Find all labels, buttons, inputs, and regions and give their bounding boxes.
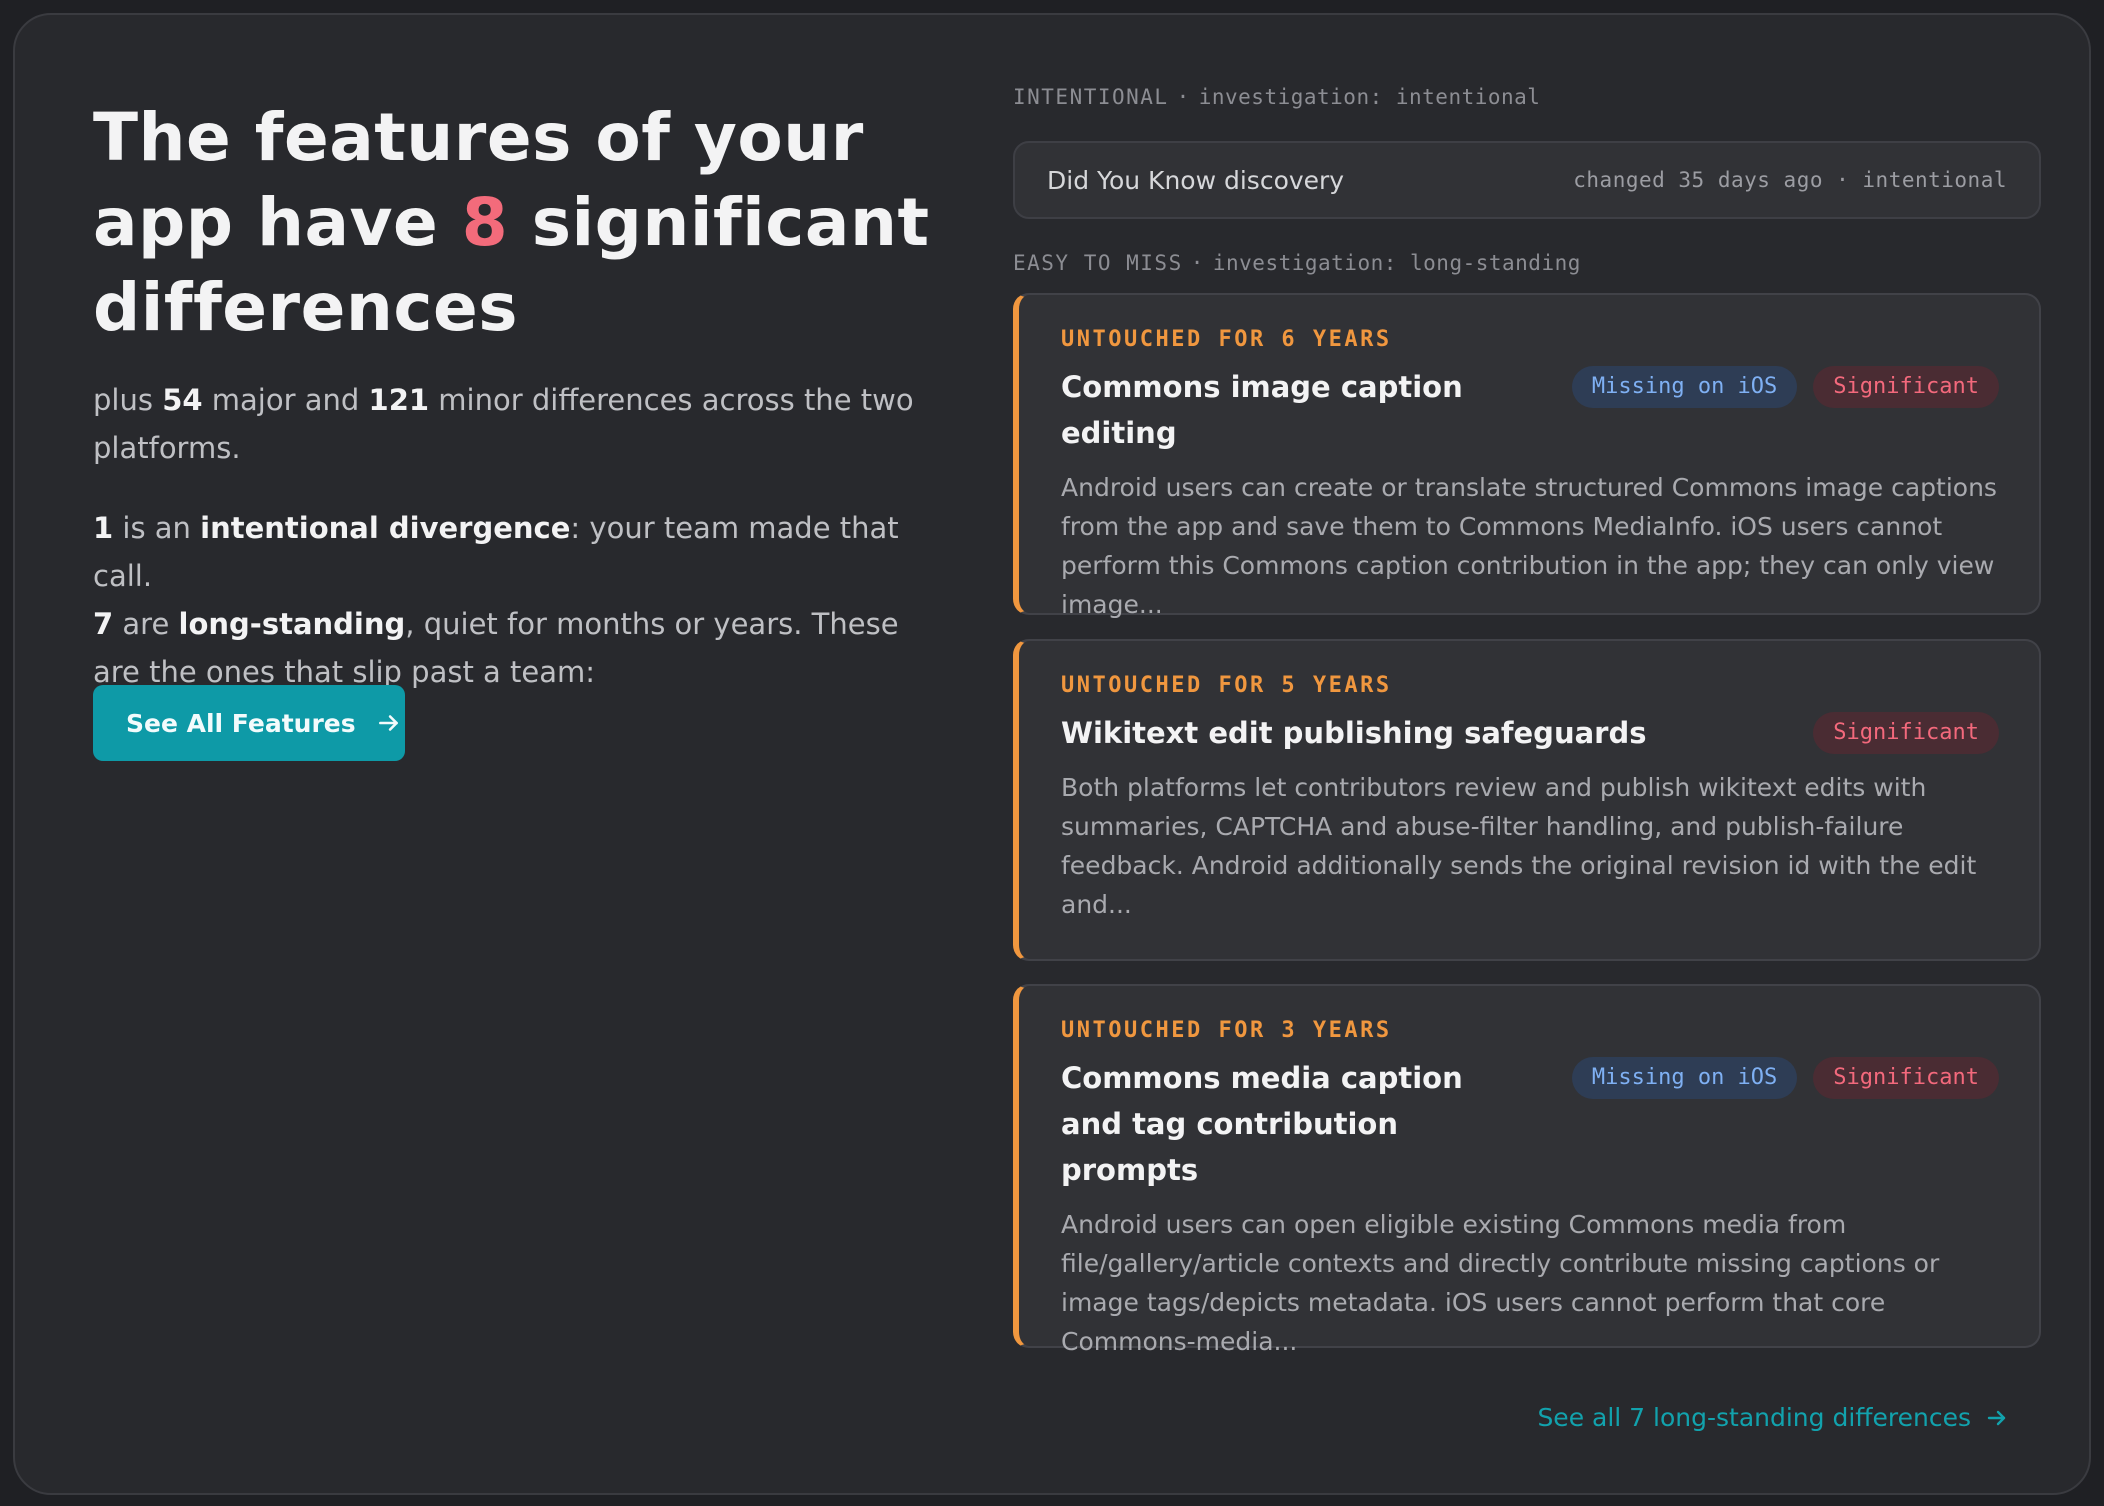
card-description: Both platforms let contributors review a…: [1061, 773, 1977, 919]
separator-dot: ·: [1176, 85, 1191, 109]
long-standing-phrase: long-standing: [178, 607, 406, 641]
long-standing-count: 7: [93, 607, 114, 641]
platform-badge: Missing on iOS: [1571, 1057, 1798, 1099]
intentional-count: 1: [93, 511, 114, 545]
significant-count: 8: [461, 184, 509, 261]
card-title: Wikitext edit publishing safeguards: [1061, 716, 1647, 750]
separator-dot: ·: [1190, 251, 1205, 275]
arrow-right-icon: [1987, 1410, 2006, 1425]
intentional-phrase: intentional divergence: [200, 511, 571, 545]
card-kicker: UNTOUCHED FOR 6 YEARS: [1061, 327, 1392, 352]
breakdown-text: is an: [113, 511, 201, 545]
difference-card[interactable]: UNTOUCHED FOR 3 YEARS Commons media capt…: [1013, 984, 2041, 1356]
severity-badge: Significant: [1813, 712, 1999, 754]
intentional-item[interactable]: Did You Know discovery changed 35 days a…: [1013, 141, 2041, 219]
card-badges: Missing on iOS Significant: [1571, 1055, 1999, 1099]
section-sublabel: investigation: intentional: [1198, 85, 1541, 109]
difference-card[interactable]: UNTOUCHED FOR 5 YEARS Wikitext edit publ…: [1013, 639, 2041, 961]
section-sublabel: investigation: long-standing: [1212, 251, 1581, 275]
card-header: Commons image caption editing Missing on…: [1061, 364, 1999, 456]
card-header: Wikitext edit publishing safeguards Sign…: [1061, 710, 1999, 756]
intentional-item-meta: changed 35 days ago · intentional: [1573, 168, 2007, 192]
easy-to-miss-section-label: EASY TO MISS · investigation: long-standin…: [1013, 251, 1581, 275]
major-count: 54: [162, 383, 203, 417]
difference-card[interactable]: UNTOUCHED FOR 6 YEARS Commons image capt…: [1013, 293, 2041, 619]
card-header: Commons media caption and tag contributi…: [1061, 1055, 1999, 1193]
main-panel: The features of your app have 8 signific…: [13, 13, 2091, 1495]
summary-paragraph: plus 54 major and 121 minor differences …: [93, 376, 943, 472]
summary-text: plus: [93, 383, 163, 417]
intentional-item-title: Did You Know discovery: [1047, 165, 1345, 195]
card-title: Commons image caption editing: [1061, 370, 1463, 450]
breakdown-paragraph: 1 is an intentional divergence: your tea…: [93, 504, 943, 696]
button-label: See All Features: [126, 708, 356, 738]
breakdown-text: are: [113, 607, 179, 641]
card-badges: Significant: [1813, 710, 1999, 754]
card-title: Commons media caption and tag contributi…: [1061, 1061, 1463, 1187]
card-description: Android users can create or translate st…: [1061, 473, 1997, 619]
arrow-right-icon: [378, 715, 398, 731]
card-description: Android users can open eligible existing…: [1061, 1210, 1940, 1356]
platform-badge: Missing on iOS: [1571, 366, 1798, 408]
severity-badge: Significant: [1813, 366, 1999, 408]
footer-link-label: See all 7 long-standing differences: [1537, 1403, 1971, 1432]
section-label-text: EASY TO MISS: [1013, 251, 1183, 275]
see-all-features-button[interactable]: See All Features: [93, 685, 405, 761]
card-kicker: UNTOUCHED FOR 5 YEARS: [1061, 673, 1392, 698]
intentional-section-label: INTENTIONAL · investigation: intentional: [1013, 85, 1540, 109]
minor-count: 121: [368, 383, 430, 417]
section-label-text: INTENTIONAL: [1013, 85, 1169, 109]
card-kicker: UNTOUCHED FOR 3 YEARS: [1061, 1018, 1392, 1043]
card-badges: Missing on iOS Significant: [1571, 364, 1999, 408]
summary-text: major and: [202, 383, 369, 417]
see-all-long-standing-link[interactable]: See all 7 long-standing differences: [1537, 1403, 2009, 1432]
page-title: The features of your app have 8 signific…: [93, 95, 943, 350]
hero-section: The features of your app have 8 signific…: [93, 95, 943, 761]
severity-badge: Significant: [1813, 1057, 1999, 1099]
